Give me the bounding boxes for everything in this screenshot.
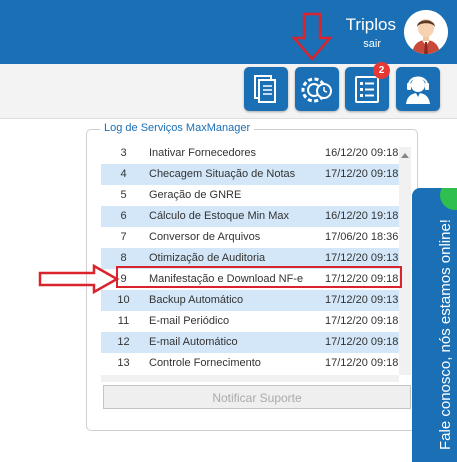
services-table: 3 Inativar Fornecedores 16/12/20 09:18 4… — [101, 143, 411, 376]
notify-support-button[interactable]: Notificar Suporte — [103, 385, 411, 409]
avatar-icon — [404, 10, 448, 54]
row-date: 17/12/20 09:18 — [325, 357, 399, 369]
services-log-button[interactable] — [295, 67, 339, 111]
vertical-scrollbar[interactable] — [399, 147, 411, 375]
table-row[interactable]: 4 Checagem Situação de Notas 17/12/20 09… — [101, 164, 399, 185]
gear-clock-icon — [301, 77, 332, 103]
table-row[interactable]: 5 Geração de GNRE — [101, 185, 399, 206]
row-date: 17/12/20 09:18 — [325, 168, 399, 180]
row-service: Cálculo de Estoque Min Max — [149, 210, 290, 222]
row-service: E-mail Automático — [149, 336, 238, 348]
table-row[interactable]: 6 Cálculo de Estoque Min Max 16/12/20 19… — [101, 206, 399, 227]
table-row[interactable]: 7 Conversor de Arquivos 17/06/20 18:36 — [101, 227, 399, 248]
row-number: 11 — [117, 315, 130, 327]
highlight-box — [116, 266, 402, 288]
support-agent-icon — [406, 76, 430, 104]
row-service: Backup Automático — [149, 294, 244, 306]
row-number: 13 — [117, 357, 130, 369]
table-row[interactable]: 3 Inativar Fornecedores 16/12/20 09:18 — [101, 143, 399, 164]
row-date: 17/12/20 09:18 — [325, 315, 399, 327]
row-date: 17/12/20 09:18 — [325, 336, 399, 348]
documents-button[interactable] — [244, 67, 288, 111]
row-number: 10 — [117, 294, 130, 306]
logout-link[interactable]: sair — [363, 38, 381, 50]
user-name: Triplos — [345, 15, 396, 34]
chat-widget[interactable]: Fale conosco, nós estamos online! — [412, 188, 457, 462]
row-date: 16/12/20 09:18 — [325, 147, 399, 159]
row-date: 16/12/20 19:18 — [325, 210, 399, 222]
row-service: Controle Fornecimento — [149, 357, 261, 369]
row-service: Otimização de Auditoria — [149, 252, 266, 264]
table-row[interactable]: 13 Controle Fornecimento 17/12/20 09:18 — [101, 353, 399, 374]
user-avatar[interactable] — [404, 10, 448, 54]
row-service: Geração de GNRE — [149, 189, 242, 201]
row-number: 6 — [120, 210, 127, 222]
row-number: 8 — [120, 252, 127, 264]
row-service: Conversor de Arquivos — [149, 231, 261, 243]
table-row[interactable]: 12 E-mail Automático 17/12/20 09:18 — [101, 332, 399, 353]
table-row[interactable]: 11 E-mail Periódico 17/12/20 09:18 — [101, 311, 399, 332]
table-row[interactable]: 10 Backup Automático 17/12/20 09:13 — [101, 290, 399, 311]
row-service: Checagem Situação de Notas — [149, 168, 296, 180]
row-number: 12 — [117, 336, 130, 348]
online-indicator — [440, 188, 457, 210]
panel-title: Log de Serviços MaxManager — [100, 122, 255, 134]
row-date: 17/12/20 09:13 — [325, 294, 399, 306]
arrow-right-annotation-icon — [38, 264, 120, 294]
row-service: Inativar Fornecedores — [149, 147, 256, 159]
horizontal-scrollbar[interactable] — [101, 375, 399, 382]
arrow-down-annotation-icon — [291, 12, 333, 61]
row-service: E-mail Periódico — [149, 315, 230, 327]
scroll-up-icon[interactable] — [401, 153, 409, 158]
row-number: 5 — [120, 189, 127, 201]
support-button[interactable] — [396, 67, 440, 111]
row-number: 4 — [120, 168, 127, 180]
row-number: 7 — [120, 231, 127, 243]
documents-icon — [254, 75, 276, 103]
chat-label: Fale conosco, nós estamos online! — [437, 219, 454, 450]
row-date: 17/06/20 18:36 — [325, 231, 399, 243]
row-date: 17/12/20 09:13 — [325, 252, 399, 264]
notification-badge: 2 — [373, 62, 390, 79]
row-number: 3 — [120, 147, 127, 159]
